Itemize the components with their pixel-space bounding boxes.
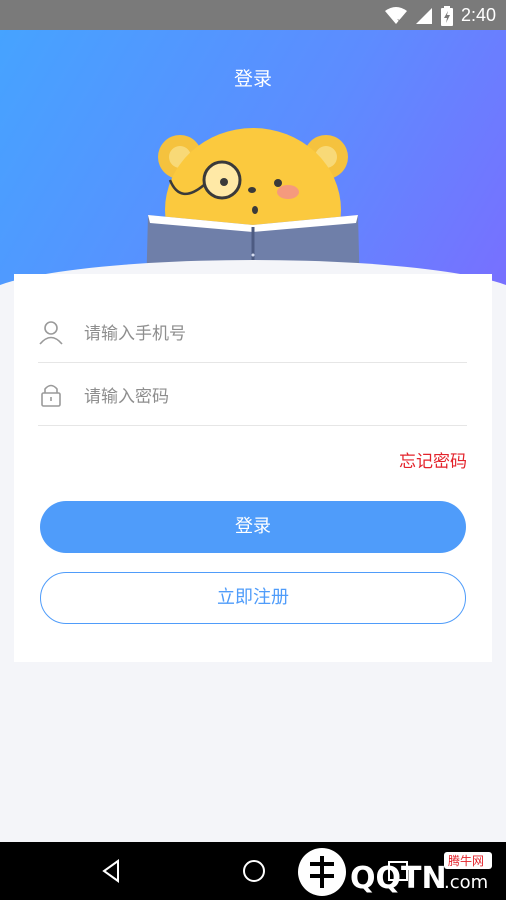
home-icon[interactable]	[240, 857, 268, 885]
phone-input[interactable]: 请输入手机号	[84, 319, 186, 344]
signal-icon	[415, 7, 432, 24]
watermark-suffix: .com	[444, 872, 488, 893]
password-input[interactable]: 请输入密码	[84, 382, 169, 407]
battery-icon	[440, 5, 453, 26]
forgot-password-link[interactable]: 忘记密码	[399, 447, 467, 472]
login-card: 请输入手机号 请输入密码 忘记密码 登录 立即注册	[14, 274, 492, 662]
watermark-brand: QQTN	[350, 861, 447, 896]
back-icon[interactable]	[98, 857, 126, 885]
watermark-badge: 腾牛网	[448, 853, 484, 868]
wifi-icon: x	[384, 6, 407, 25]
user-icon	[39, 321, 63, 345]
status-bar: x 2:40	[0, 0, 506, 30]
register-button[interactable]: 立即注册	[40, 572, 466, 624]
lock-icon	[41, 384, 61, 407]
qqtn-watermark-logo: QQTN .com 腾牛网	[298, 848, 492, 896]
password-field[interactable]: 请输入密码	[38, 364, 467, 426]
phone-field[interactable]: 请输入手机号	[38, 301, 467, 363]
page-title: 登录	[233, 68, 272, 90]
status-time: 2:40	[460, 5, 496, 25]
login-button[interactable]: 登录	[40, 501, 466, 553]
svg-text:x: x	[397, 17, 401, 25]
